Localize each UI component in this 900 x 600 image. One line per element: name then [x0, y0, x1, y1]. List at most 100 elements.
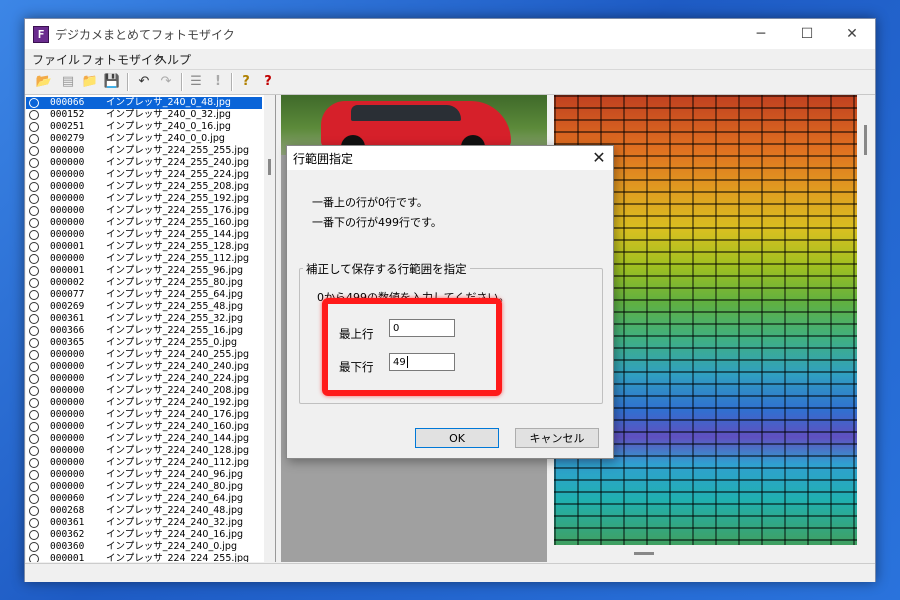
list-item[interactable]: 000000 インプレッサ_224_240_240.jpg — [26, 361, 262, 373]
file-list[interactable]: 000066 インプレッサ_240_0_48.jpg 000152 インプレッサ_24… — [26, 95, 276, 562]
scrollbar-thumb[interactable] — [864, 125, 867, 155]
list-item[interactable]: 000000 インプレッサ_224_240_128.jpg — [26, 445, 262, 457]
list-item[interactable]: 000000 インプレッサ_224_240_96.jpg — [26, 469, 262, 481]
list-item[interactable]: 000000 インプレッサ_224_255_160.jpg — [26, 217, 262, 229]
list-item[interactable]: 000000 インプレッサ_224_255_208.jpg — [26, 181, 262, 193]
radio-icon[interactable] — [29, 542, 39, 552]
list-item[interactable]: 000000 インプレッサ_224_240_80.jpg — [26, 481, 262, 493]
list-item[interactable]: 000000 インプレッサ_224_255_240.jpg — [26, 157, 262, 169]
list-item[interactable]: 000365 インプレッサ_224_255_0.jpg — [26, 337, 262, 349]
list-item[interactable]: 000000 インプレッサ_224_255_112.jpg — [26, 253, 262, 265]
radio-icon[interactable] — [29, 314, 39, 324]
radio-icon[interactable] — [29, 386, 39, 396]
minimize-button[interactable]: ─ — [738, 19, 784, 49]
list-item[interactable]: 000269 インプレッサ_224_255_48.jpg — [26, 301, 262, 313]
list-item[interactable]: 000000 インプレッサ_224_255_144.jpg — [26, 229, 262, 241]
radio-icon[interactable] — [29, 194, 39, 204]
radio-icon[interactable] — [29, 410, 39, 420]
list-item[interactable]: 000066 インプレッサ_240_0_48.jpg — [26, 97, 262, 109]
radio-icon[interactable] — [29, 242, 39, 252]
list-item[interactable]: 000000 インプレッサ_224_255_176.jpg — [26, 205, 262, 217]
radio-icon[interactable] — [29, 362, 39, 372]
radio-icon[interactable] — [29, 446, 39, 456]
radio-icon[interactable] — [29, 470, 39, 480]
list-item[interactable]: 000366 インプレッサ_224_255_16.jpg — [26, 325, 262, 337]
radio-icon[interactable] — [29, 482, 39, 492]
list-item[interactable]: 000000 インプレッサ_224_240_208.jpg — [26, 385, 262, 397]
radio-icon[interactable] — [29, 326, 39, 336]
list-item[interactable]: 000000 インプレッサ_224_255_192.jpg — [26, 193, 262, 205]
list-item[interactable]: 000060 インプレッサ_224_240_64.jpg — [26, 493, 262, 505]
radio-icon[interactable] — [29, 398, 39, 408]
help-icon[interactable]: ? — [237, 73, 255, 91]
list-item[interactable]: 000279 インプレッサ_240_0_0.jpg — [26, 133, 262, 145]
radio-icon[interactable] — [29, 170, 39, 180]
radio-icon[interactable] — [29, 110, 39, 120]
radio-icon[interactable] — [29, 530, 39, 540]
radio-icon[interactable] — [29, 518, 39, 528]
undo-icon[interactable]: ↶ — [135, 73, 153, 91]
list-item[interactable]: 000001 インプレッサ_224_224_255.jpg — [26, 553, 262, 562]
radio-icon[interactable] — [29, 494, 39, 504]
radio-icon[interactable] — [29, 158, 39, 168]
title-bar[interactable]: F デジカメまとめてフォトモザイク ─ ☐ ✕ — [25, 19, 875, 49]
list-icon[interactable]: ☰ — [187, 73, 205, 91]
radio-icon[interactable] — [29, 302, 39, 312]
list-item[interactable]: 000268 インプレッサ_224_240_48.jpg — [26, 505, 262, 517]
list-item[interactable]: 000361 インプレッサ_224_255_32.jpg — [26, 313, 262, 325]
scrollbar-thumb[interactable] — [634, 552, 654, 555]
list-item[interactable]: 000000 インプレッサ_224_240_144.jpg — [26, 433, 262, 445]
radio-icon[interactable] — [29, 98, 39, 108]
list-item[interactable]: 000152 インプレッサ_240_0_32.jpg — [26, 109, 262, 121]
radio-icon[interactable] — [29, 206, 39, 216]
radio-icon[interactable] — [29, 182, 39, 192]
maximize-button[interactable]: ☐ — [784, 19, 830, 49]
radio-icon[interactable] — [29, 230, 39, 240]
list-item[interactable]: 000000 インプレッサ_224_240_176.jpg — [26, 409, 262, 421]
radio-icon[interactable] — [29, 422, 39, 432]
close-button[interactable]: ✕ — [829, 19, 875, 49]
open-image-icon[interactable]: ▤ — [59, 73, 77, 91]
list-item[interactable]: 000000 インプレッサ_224_255_255.jpg — [26, 145, 262, 157]
list-item[interactable]: 000362 インプレッサ_224_240_16.jpg — [26, 529, 262, 541]
radio-icon[interactable] — [29, 254, 39, 264]
list-item[interactable]: 000000 インプレッサ_224_240_112.jpg — [26, 457, 262, 469]
menu-file[interactable]: ファイル — [32, 51, 80, 68]
list-item[interactable]: 000361 インプレッサ_224_240_32.jpg — [26, 517, 262, 529]
ok-button[interactable]: OK — [415, 428, 499, 448]
menu-photomosaic[interactable]: フォトモザイク — [81, 51, 165, 68]
dialog-close-icon[interactable]: ✕ — [585, 146, 613, 170]
list-item[interactable]: 000360 インプレッサ_224_240_0.jpg — [26, 541, 262, 553]
radio-icon[interactable] — [29, 434, 39, 444]
redo-icon[interactable]: ↷ — [157, 73, 175, 91]
dialog-title-bar[interactable]: 行範囲指定 ✕ — [287, 146, 613, 170]
open-folder-icon[interactable]: 📂 — [35, 73, 53, 91]
scrollbar-thumb[interactable] — [268, 159, 271, 175]
radio-icon[interactable] — [29, 134, 39, 144]
list-item[interactable]: 000000 インプレッサ_224_240_224.jpg — [26, 373, 262, 385]
list-item[interactable]: 000002 インプレッサ_224_255_80.jpg — [26, 277, 262, 289]
radio-icon[interactable] — [29, 218, 39, 228]
radio-icon[interactable] — [29, 458, 39, 468]
cancel-button[interactable]: キャンセル — [515, 428, 599, 448]
list-item[interactable]: 000000 インプレッサ_224_240_160.jpg — [26, 421, 262, 433]
radio-icon[interactable] — [29, 146, 39, 156]
list-item[interactable]: 000000 インプレッサ_224_255_224.jpg — [26, 169, 262, 181]
list-item[interactable]: 000000 インプレッサ_224_240_192.jpg — [26, 397, 262, 409]
mosaic-horizontal-scrollbar[interactable] — [554, 545, 857, 562]
context-help-icon[interactable]: ? — [259, 73, 277, 91]
file-list-scrollbar[interactable] — [264, 95, 275, 562]
menu-help[interactable]: ヘルプ — [155, 51, 191, 68]
list-item[interactable]: 000077 インプレッサ_224_255_64.jpg — [26, 289, 262, 301]
save-icon[interactable]: 💾 — [103, 73, 121, 91]
radio-icon[interactable] — [29, 350, 39, 360]
list-item[interactable]: 000001 インプレッサ_224_255_128.jpg — [26, 241, 262, 253]
folder-icon[interactable]: 📁 — [81, 73, 99, 91]
radio-icon[interactable] — [29, 554, 39, 562]
radio-icon[interactable] — [29, 290, 39, 300]
list-item[interactable]: 000001 インプレッサ_224_255_96.jpg — [26, 265, 262, 277]
radio-icon[interactable] — [29, 338, 39, 348]
radio-icon[interactable] — [29, 278, 39, 288]
radio-icon[interactable] — [29, 266, 39, 276]
exclamation-icon[interactable]: ! — [209, 73, 227, 91]
